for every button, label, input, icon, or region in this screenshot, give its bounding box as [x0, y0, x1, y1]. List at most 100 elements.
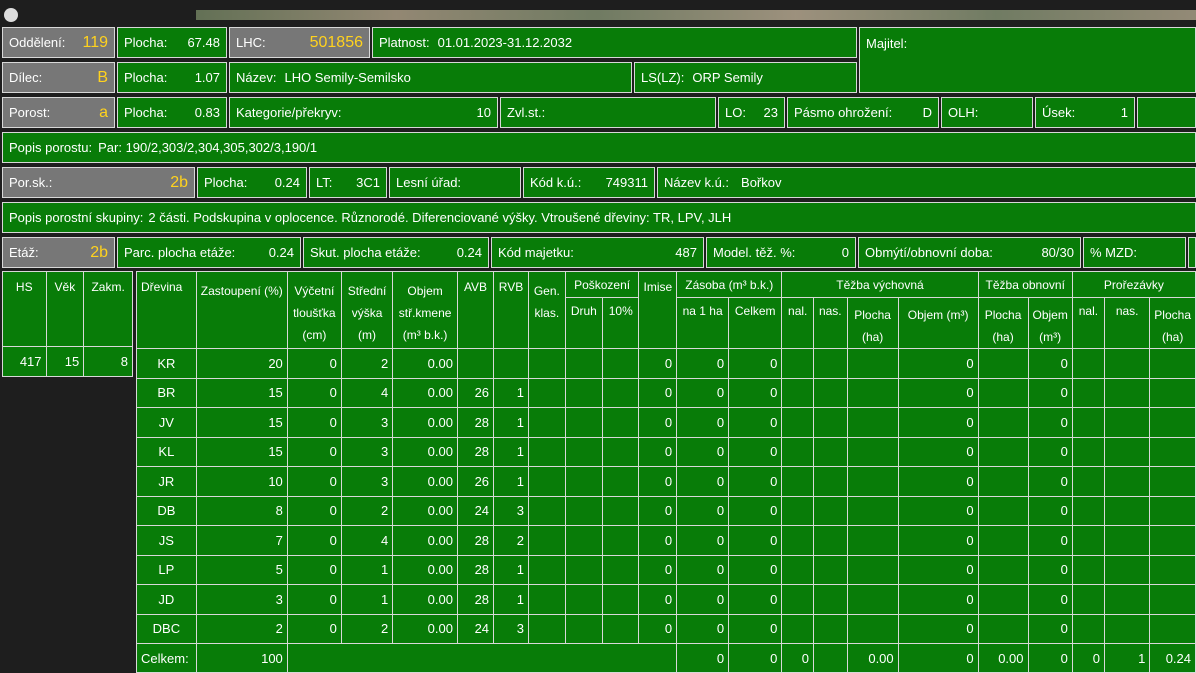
cell-imise: 0	[638, 495, 678, 526]
cell-10pct	[602, 466, 640, 497]
kodku-value: 749311	[605, 175, 648, 190]
cell-to-plocha	[977, 466, 1029, 497]
ls-value: ORP Semily	[692, 70, 763, 85]
cell-tv-nas	[813, 613, 848, 644]
cell-druh	[564, 525, 604, 556]
oddeleni-value: 119	[82, 33, 108, 51]
porsk-label: Por.sk.:	[9, 175, 53, 190]
table-row[interactable]: JS 7 0 4 0.00 28 2 0 0 0 0 0	[136, 525, 1196, 556]
hs-table: HS Věk Zakm. 417 15 8	[2, 271, 133, 377]
cell-objem: 0.00	[392, 613, 458, 644]
kategorie-value: 10	[476, 105, 491, 120]
cell-drevina: BR	[136, 377, 197, 408]
cell-gen	[527, 495, 566, 526]
cell-objem: 0.00	[392, 466, 458, 497]
etaz-label: Etáž:	[9, 245, 39, 260]
table-row[interactable]: DBC 2 0 2 0.00 24 3 0 0 0 0 0	[136, 613, 1196, 644]
ls-field: LS(LZ): ORP Semily	[634, 62, 857, 93]
dilec-field[interactable]: Dílec: B	[2, 62, 115, 93]
cell-imise: 0	[638, 525, 678, 556]
cell-tv-nal	[781, 436, 814, 467]
cell-imise: 0	[638, 466, 678, 497]
popis-skupiny-field: Popis porostní skupiny: 2 části. Podskupi…	[2, 202, 1196, 233]
cell-objem: 0.00	[392, 436, 458, 467]
cell-na1ha: 0	[676, 377, 730, 408]
cell-avb: 28	[456, 407, 495, 438]
table-row[interactable]: KR 20 0 2 0.00 0 0 0 0 0	[136, 348, 1196, 379]
cell-rvb: 1	[493, 466, 529, 497]
cell-to-plocha	[977, 554, 1029, 585]
cell-gen	[527, 554, 566, 585]
cell-pr-nas	[1104, 613, 1151, 644]
cell-10pct	[602, 613, 640, 644]
cell-vyska: 2	[340, 348, 394, 379]
cell-drevina: JR	[136, 466, 197, 497]
empty-cell	[1188, 237, 1196, 268]
col-zasoba: Zásoba (m³ b.k.)	[676, 271, 783, 298]
parc-plocha-value: 0.24	[268, 245, 294, 260]
cell-to-plocha	[977, 377, 1029, 408]
col-poskozeni: Poškození	[564, 271, 640, 298]
cell-to-objem: 0	[1027, 466, 1073, 497]
cell-to-objem: 0	[1027, 377, 1073, 408]
cell-10pct	[602, 525, 640, 556]
lt-value: 3C1	[356, 175, 380, 190]
plocha-label: Plocha:	[124, 105, 168, 120]
total-empty	[286, 643, 678, 673]
lhc-field[interactable]: LHC: 501856	[229, 27, 370, 58]
porsk-field[interactable]: Por.sk.: 2b	[2, 167, 195, 198]
cell-zastoupeni: 5	[195, 554, 288, 585]
table-row[interactable]: JR 10 0 3 0.00 26 1 0 0 0 0 0	[136, 466, 1196, 497]
etaz-field[interactable]: Etáž: 2b	[2, 237, 115, 268]
cell-rvb: 2	[493, 525, 529, 556]
cell-imise: 0	[638, 584, 678, 615]
cell-pr-nal	[1071, 436, 1106, 467]
cell-tv-nal	[781, 348, 814, 379]
table-row[interactable]: LP 5 0 1 0.00 28 1 0 0 0 0 0	[136, 554, 1196, 585]
skut-plocha-label: Skut. plocha etáže:	[310, 245, 421, 260]
plocha-value: 0.24	[274, 175, 300, 190]
cell-tv-objem: 0	[897, 554, 979, 585]
popis-porostu-value: Par: 190/2,303/2,304,305,302/3,190/1	[98, 140, 318, 155]
total-row: Celkem: 100 0 0 0 0.00 0 0.00 0 0 1 0.24	[136, 643, 1196, 673]
porost-field[interactable]: Porost: a	[2, 97, 115, 128]
cell-pr-plocha	[1149, 348, 1196, 379]
col-gen-klas: Gen. klas.	[527, 271, 566, 349]
cell-tv-objem: 0	[897, 436, 979, 467]
cell-zastoupeni: 15	[195, 377, 288, 408]
vek-value: 15	[45, 346, 85, 377]
table-row[interactable]: KL 15 0 3 0.00 28 1 0 0 0 0 0	[136, 436, 1196, 467]
hs-header: HS	[2, 271, 47, 347]
col-pr-nal: nal.	[1071, 297, 1106, 349]
table-row[interactable]: JD 3 0 1 0.00 28 1 0 0 0 0 0	[136, 584, 1196, 615]
lt-field: LT: 3C1	[309, 167, 387, 198]
oddeleni-field[interactable]: Oddělení: 119	[2, 27, 115, 58]
cell-tv-objem: 0	[897, 525, 979, 556]
table-row[interactable]: JV 15 0 3 0.00 28 1 0 0 0 0 0	[136, 407, 1196, 438]
cell-avb: 28	[456, 554, 495, 585]
nazevku-field: Název k.ú.: Bořkov	[657, 167, 1196, 198]
cell-pr-nal	[1071, 613, 1106, 644]
kodku-field: Kód k.ú.: 749311	[523, 167, 655, 198]
cell-vycetni: 0	[286, 495, 342, 526]
top-bar	[0, 0, 1196, 22]
porost-label: Porost:	[9, 105, 51, 120]
col-to-plocha: Plocha (ha)	[977, 297, 1029, 349]
cell-10pct	[602, 584, 640, 615]
total-celkem: 0	[728, 643, 783, 673]
cell-vycetni: 0	[286, 348, 342, 379]
ls-label: LS(LZ):	[641, 70, 685, 85]
kategorie-label: Kategorie/překryv:	[236, 105, 342, 120]
zvlst-field: Zvl.st.:	[500, 97, 716, 128]
cell-vycetni: 0	[286, 584, 342, 615]
cell-tv-nas	[813, 436, 848, 467]
table-row[interactable]: DB 8 0 2 0.00 24 3 0 0 0 0 0	[136, 495, 1196, 526]
col-tv-objem: Objem (m³)	[897, 297, 979, 349]
cell-pr-nas	[1104, 525, 1151, 556]
pasmo-value: D	[922, 105, 932, 120]
olh-label: OLH:	[948, 105, 979, 120]
table-row[interactable]: BR 15 0 4 0.00 26 1 0 0 0 0 0	[136, 377, 1196, 408]
cell-to-plocha	[977, 407, 1029, 438]
obmyti-label: Obmýtí/obnovní doba:	[865, 245, 993, 260]
cell-vycetni: 0	[286, 613, 342, 644]
